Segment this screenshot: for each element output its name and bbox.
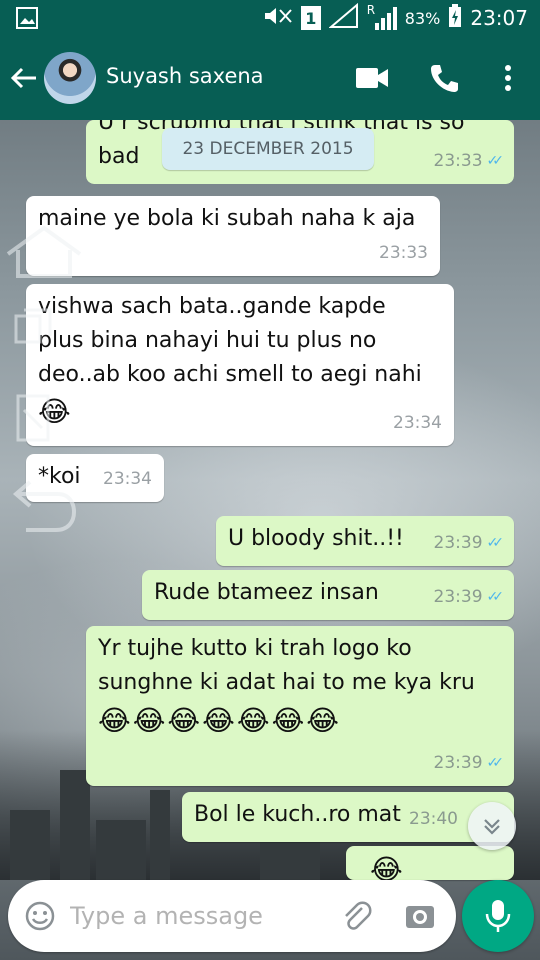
video-call-button[interactable] [354, 64, 390, 92]
home-icon[interactable] [4, 224, 84, 284]
battery-percent: 83% [404, 8, 441, 28]
recent-apps-icon[interactable] [14, 306, 54, 350]
message-bubble-outgoing[interactable]: Bol le kuch..ro mat 23:40 [182, 792, 514, 842]
signal-roaming-icon: R [367, 3, 397, 31]
message-emoji: 😂😂😂😂😂😂😂 [98, 704, 342, 737]
sim-1-icon: 1 [300, 6, 321, 30]
message-time: 23:39 [433, 587, 483, 607]
message-time: 23:33 [379, 243, 428, 263]
smiley-icon [25, 901, 55, 931]
message-time: 23:40 [409, 809, 458, 829]
date-separator: 23 DECEMBER 2015 [162, 128, 374, 170]
message-bubble-outgoing[interactable]: U bloody shit..!! 23:39 ✓✓ [216, 516, 514, 566]
status-bar: 1 R 83% 23:07 [0, 0, 540, 36]
more-options-button[interactable] [496, 62, 520, 94]
voice-call-button[interactable] [428, 62, 460, 94]
video-camera-icon [356, 68, 388, 88]
read-ticks-icon: ✓✓ [486, 755, 505, 771]
message-input[interactable] [70, 896, 330, 936]
message-text: bad [98, 144, 140, 169]
emoji-button[interactable] [24, 900, 56, 932]
camera-button[interactable] [404, 900, 436, 932]
battery-charging-icon [448, 4, 462, 32]
message-text: maine ye bola ki subah naha k aja [38, 206, 416, 231]
phone-icon [431, 65, 458, 92]
read-ticks-icon: ✓✓ [486, 589, 505, 605]
read-ticks-icon: ✓✓ [486, 153, 505, 169]
message-bubble-incoming[interactable]: vishwa sach bata..gande kapde plus bina … [26, 284, 454, 446]
message-text: Yr tujhe kutto ki trah logo ko [98, 636, 412, 661]
scroll-to-bottom-button[interactable] [468, 802, 516, 850]
arrow-left-icon [10, 67, 36, 89]
signal-inactive-icon [328, 2, 359, 33]
chevron-double-down-icon [484, 819, 500, 835]
message-bubble-outgoing[interactable]: 😂 [346, 846, 514, 880]
chat-header: Suyash saxena [0, 36, 540, 120]
message-time: 23:39 [433, 533, 483, 553]
mute-icon [263, 6, 293, 30]
back-button[interactable] [8, 62, 44, 94]
voice-message-button[interactable] [462, 880, 534, 952]
attach-button[interactable] [340, 900, 372, 932]
message-text: vishwa sach bata..gande kapde [38, 294, 386, 319]
message-text: sunghne ki adat hai to me kya kru [98, 670, 475, 695]
contact-name[interactable]: Suyash saxena [106, 64, 264, 88]
more-vertical-icon [505, 65, 511, 91]
message-bubble-outgoing[interactable]: Rude btameez insan 23:39 ✓✓ [142, 570, 514, 620]
camera-icon [406, 906, 434, 928]
message-composer [8, 880, 456, 952]
message-bubble-incoming[interactable]: maine ye bola ki subah naha k aja 23:33 [26, 196, 440, 276]
paperclip-icon [345, 901, 372, 930]
message-time: 23:34 [393, 413, 442, 433]
message-bubble-outgoing[interactable]: Yr tujhe kutto ki trah logo ko sunghne k… [86, 626, 514, 786]
message-emoji: 😂 [38, 395, 71, 428]
message-time: 23:39 [433, 753, 483, 773]
message-time: 23:34 [103, 469, 152, 489]
avatar[interactable] [44, 52, 96, 104]
overview-icon[interactable] [14, 392, 54, 452]
message-text: deo..ab koo achi smell to aegi nahi [38, 362, 422, 387]
message-emoji: 😂 [370, 853, 403, 880]
microphone-icon [485, 900, 511, 932]
message-text: plus bina nahayi hui tu plus no [38, 328, 377, 353]
read-ticks-icon: ✓✓ [486, 535, 505, 551]
back-gesture-icon[interactable] [12, 476, 78, 540]
message-time: 23:33 [433, 151, 483, 171]
status-time: 23:07 [470, 6, 528, 30]
gallery-notification-icon [16, 7, 38, 33]
